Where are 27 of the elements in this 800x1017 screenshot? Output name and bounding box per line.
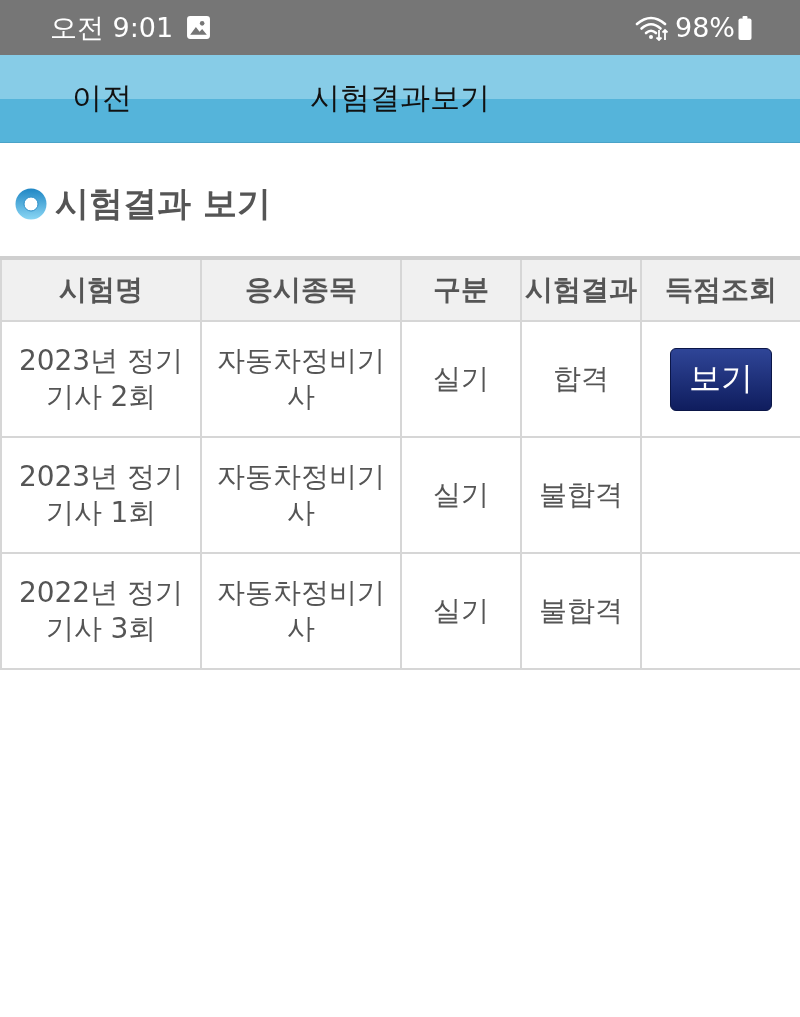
table-cell: 자동차정비기사 [201, 437, 401, 553]
status-time: 오전 9:01 [50, 10, 174, 45]
header-title: 시험결과보기 [310, 79, 490, 117]
column-header: 시험결과 [521, 258, 641, 321]
column-header: 응시종목 [201, 258, 401, 321]
table-cell: 2023년 정기 기사 1회 [1, 437, 201, 553]
column-header: 시험명 [1, 258, 201, 321]
table-cell: 자동차정비기사 [201, 321, 401, 437]
wifi-icon [635, 14, 669, 41]
image-icon [186, 15, 212, 40]
section-title: 시험결과 보기 [55, 182, 271, 225]
table-cell: 실기 [401, 321, 521, 437]
column-header: 득점조회 [641, 258, 800, 321]
table-cell: 2022년 정기 기사 3회 [1, 553, 201, 669]
table-cell: 자동차정비기사 [201, 553, 401, 669]
table-cell: 합격 [521, 321, 641, 437]
table-cell: 실기 [401, 553, 521, 669]
back-button[interactable]: 이전 [60, 74, 144, 123]
ring-bullet-icon [15, 188, 47, 220]
table-cell: 실기 [401, 437, 521, 553]
table-cell: 불합격 [521, 553, 641, 669]
column-header: 구분 [401, 258, 521, 321]
battery-icon [738, 15, 752, 40]
view-button[interactable]: 보기 [670, 347, 772, 411]
table-cell: 불합격 [521, 437, 641, 553]
table-cell: 2023년 정기 기사 2회 [1, 321, 201, 437]
battery-percent: 98% [675, 12, 735, 43]
